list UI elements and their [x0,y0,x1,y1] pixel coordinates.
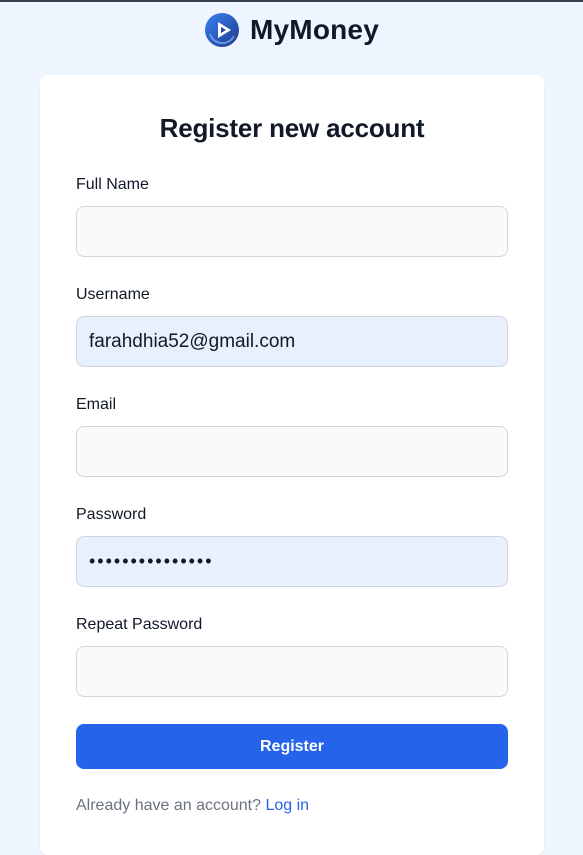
register-button[interactable]: Register [76,724,508,769]
brand-header: MyMoney [0,12,583,48]
brand-name: MyMoney [250,14,379,45]
username-label: Username [76,286,150,303]
top-border [0,0,583,2]
login-link[interactable]: Log in [265,797,309,814]
email-input[interactable] [76,426,508,477]
page-title: Register new account [159,113,425,143]
password-label: Password [76,506,147,523]
login-prompt: Already have an account? Log in [76,797,309,815]
email-label: Email [76,396,117,413]
full-name-label: Full Name [76,176,149,193]
login-prompt-text: Already have an account? [76,797,262,814]
repeat-password-label: Repeat Password [76,616,203,633]
username-input[interactable] [76,316,508,367]
full-name-input[interactable] [76,206,508,257]
repeat-password-input[interactable] [76,646,508,697]
play-icon [205,13,239,47]
register-card: Register new account Full Name Username … [40,75,544,855]
password-input[interactable] [76,536,508,587]
